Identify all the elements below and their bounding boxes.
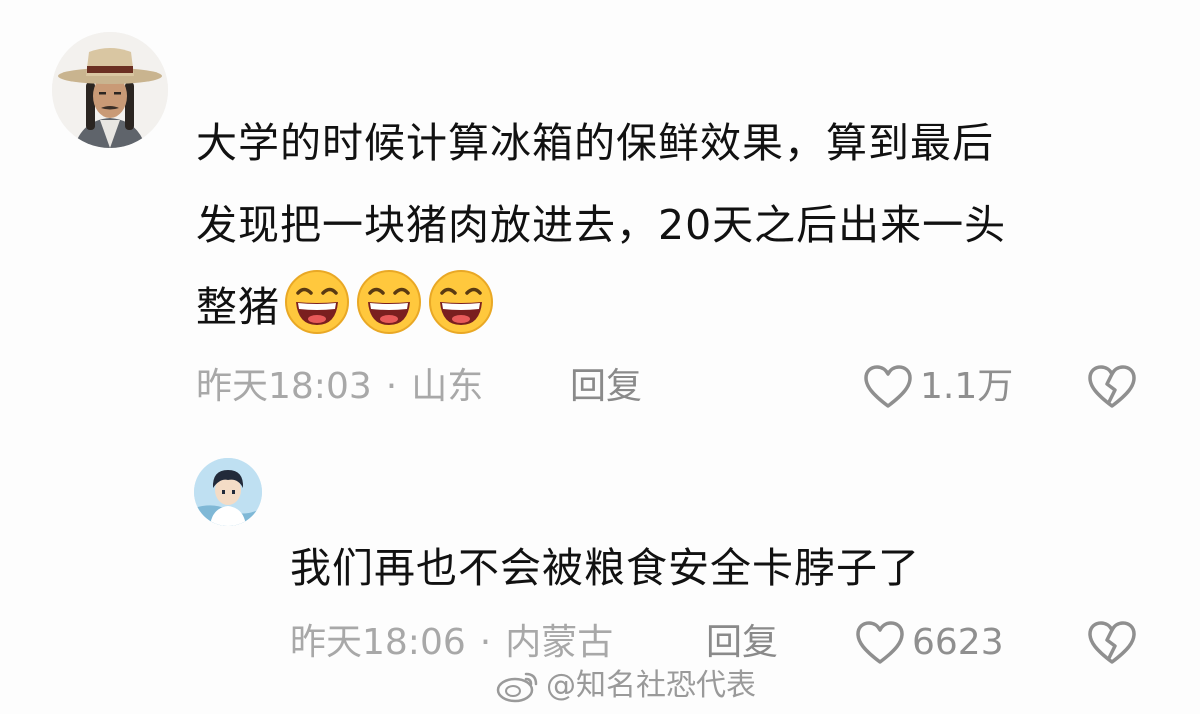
anime-avatar-icon xyxy=(194,458,262,526)
reply-like-count: 6623 xyxy=(912,622,1004,663)
reply-like-button[interactable]: 6623 xyxy=(854,618,1004,668)
reply-dislike-button[interactable] xyxy=(1086,620,1138,670)
commenter-avatar[interactable] xyxy=(52,32,168,148)
grinning-face-emoji-icon xyxy=(429,270,493,334)
watermark-text: @知名社恐代表 xyxy=(546,668,756,703)
grinning-face-emoji-icon xyxy=(357,270,421,334)
user-avatar-hat-icon xyxy=(52,32,168,148)
reply-time: 昨天18:06 xyxy=(290,622,466,663)
watermark: @知名社恐代表 xyxy=(496,664,756,708)
comment-text: 大学的时候计算冰箱的保鲜效果，算到最后 发现把一块猪肉放进去，20天之后出来一头… xyxy=(196,102,1136,348)
comment-text-line: 整猪 xyxy=(196,283,280,331)
dislike-button[interactable] xyxy=(1086,364,1138,414)
meta-separator: · xyxy=(479,622,492,663)
broken-heart-icon xyxy=(1088,365,1136,408)
meta-separator: · xyxy=(385,366,398,407)
reply-meta: 昨天18:06 · 内蒙古 xyxy=(290,618,613,668)
comment-time: 昨天18:03 xyxy=(196,366,372,407)
reply-text: 我们再也不会被粮食安全卡脖子了 xyxy=(290,544,920,592)
reply-reply-button[interactable]: 回复 xyxy=(706,618,778,668)
grinning-face-emoji-icon xyxy=(285,270,349,334)
heart-icon xyxy=(856,621,904,664)
reply-button[interactable]: 回复 xyxy=(570,362,642,412)
comment-meta: 昨天18:03 · 山东 xyxy=(196,362,483,412)
emoji-group xyxy=(284,269,500,335)
like-count: 1.1万 xyxy=(920,366,1014,407)
reply-location: 内蒙古 xyxy=(505,622,614,663)
heart-icon xyxy=(864,365,912,408)
comment-text-line: 大学的时候计算冰箱的保鲜效果，算到最后 xyxy=(196,119,994,167)
weibo-logo-icon xyxy=(496,672,538,703)
comment-text-line: 发现把一块猪肉放进去，20天之后出来一头 xyxy=(196,201,1007,249)
broken-heart-icon xyxy=(1088,621,1136,664)
replier-avatar[interactable] xyxy=(194,458,262,526)
comment-location: 山东 xyxy=(411,366,484,407)
like-button[interactable]: 1.1万 xyxy=(862,362,1013,412)
